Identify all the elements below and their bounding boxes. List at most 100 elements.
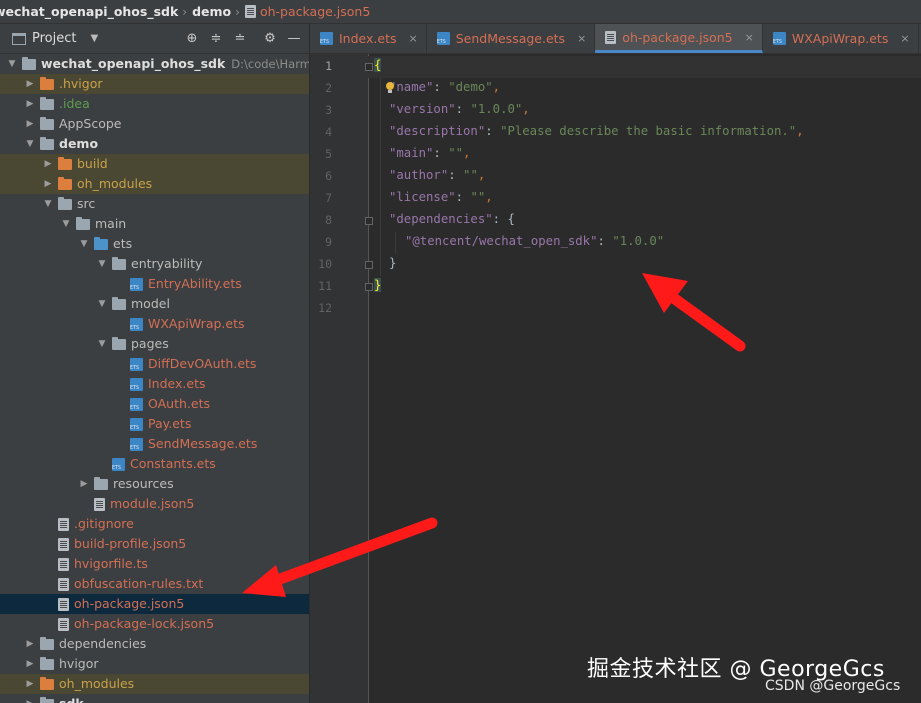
tree-file-item[interactable]: OAuth.ets <box>0 394 309 414</box>
json-string: "" <box>463 168 478 182</box>
module-folder-icon <box>22 57 36 70</box>
chevron-right-icon[interactable]: ▶ <box>24 114 36 134</box>
tree-folder-item[interactable]: ▶ oh_modules <box>0 174 309 194</box>
project-panel-header: Project ▼ ⊕ ≑ ≐ ⚙ — <box>0 24 309 54</box>
tree-folder-item[interactable]: ▼ wechat_openapi_ohos_sdk D:\code\Harmony <box>0 54 309 74</box>
tree-file-item[interactable]: DiffDevOAuth.ets <box>0 354 309 374</box>
chevron-right-icon[interactable]: ▶ <box>78 474 90 494</box>
tree-file-item[interactable]: EntryAbility.ets <box>0 274 309 294</box>
locate-icon[interactable]: ⊕ <box>185 31 199 46</box>
line-number: 7 <box>325 191 332 205</box>
breadcrumb-file[interactable]: oh-package.json5 <box>244 4 370 19</box>
tree-file-item[interactable]: obfuscation-rules.txt <box>0 574 309 594</box>
json-punctuation: : <box>597 234 613 248</box>
tree-file-item[interactable]: build-profile.json5 <box>0 534 309 554</box>
chevron-right-icon[interactable]: ▶ <box>24 634 36 654</box>
fold-marker-icon[interactable] <box>365 261 373 269</box>
chevron-down-icon[interactable]: ▼ <box>96 334 108 354</box>
chevron-right-icon[interactable]: ▶ <box>24 694 36 703</box>
json-punctuation: } <box>389 256 397 270</box>
breadcrumb-module[interactable]: demo <box>192 4 231 19</box>
tree-folder-item[interactable]: ▶ .idea <box>0 94 309 114</box>
folder-icon <box>40 697 54 703</box>
fold-marker-icon[interactable] <box>365 283 373 291</box>
tree-file-item[interactable]: module.json5 <box>0 494 309 514</box>
tree-folder-item[interactable]: ▶ hvigor <box>0 654 309 674</box>
tree-file-item[interactable]: Pay.ets <box>0 414 309 434</box>
project-view-icon <box>12 32 26 45</box>
tree-file-item[interactable]: oh-package.json5 <box>0 594 309 614</box>
chevron-right-icon[interactable]: ▶ <box>42 174 54 194</box>
ets-file-icon <box>772 32 786 45</box>
tree-folder-item[interactable]: ▶ build <box>0 154 309 174</box>
tree-folder-item[interactable]: ▶ AppScope <box>0 114 309 134</box>
code-editor[interactable]: 1 2 3 4 5 6 7 8 9 10 11 12 {"name": "demo", "version… <box>310 54 921 703</box>
json-key: "license" <box>389 190 456 204</box>
collapse-all-icon[interactable]: ≐ <box>233 31 247 46</box>
tree-folder-item[interactable]: ▼ model <box>0 294 309 314</box>
json-punctuation: : <box>433 80 449 94</box>
chevron-down-icon[interactable]: ▼ <box>6 54 18 74</box>
chevron-down-icon[interactable]: ▼ <box>96 254 108 274</box>
json-key: "name" <box>389 80 434 94</box>
breadcrumb-project[interactable]: wechat_openapi_ohos_sdk <box>0 4 178 19</box>
close-icon[interactable]: × <box>577 32 586 45</box>
folder-icon <box>112 337 126 350</box>
chevron-right-icon[interactable]: ▶ <box>24 674 36 694</box>
minimize-icon[interactable]: — <box>287 31 301 46</box>
tree-file-item[interactable]: hvigorfile.ts <box>0 554 309 574</box>
tree-item-label: Constants.ets <box>130 456 216 471</box>
json-punctuation: , <box>485 190 493 204</box>
chevron-down-icon[interactable]: ▼ <box>90 33 98 44</box>
editor-tab[interactable]: SendMessage.ets × <box>427 24 596 53</box>
lightbulb-icon[interactable] <box>385 82 395 94</box>
fold-marker-icon[interactable] <box>365 63 373 71</box>
tree-item-label: module.json5 <box>110 496 195 511</box>
editor-tab[interactable]: Index.ets × <box>310 24 427 53</box>
tree-folder-item[interactable]: ▼ pages <box>0 334 309 354</box>
tree-file-item[interactable]: oh-package-lock.json5 <box>0 614 309 634</box>
fold-marker-icon[interactable] <box>365 217 373 225</box>
chevron-down-icon[interactable]: ▼ <box>60 214 72 234</box>
tree-item-label: oh_modules <box>59 676 135 691</box>
chevron-right-icon[interactable]: ▶ <box>24 654 36 674</box>
chevron-right-icon[interactable]: ▶ <box>42 154 54 174</box>
chevron-down-icon[interactable]: ▼ <box>96 294 108 314</box>
close-icon[interactable]: × <box>900 32 909 45</box>
close-icon[interactable]: × <box>745 31 754 44</box>
tree-folder-item[interactable]: ▼ entryability <box>0 254 309 274</box>
tree-folder-item[interactable]: ▶ oh_modules <box>0 674 309 694</box>
tree-folder-item[interactable]: ▶ resources <box>0 474 309 494</box>
tree-folder-item[interactable]: ▼ demo <box>0 134 309 154</box>
folder-icon <box>58 197 72 210</box>
tree-file-item[interactable]: .gitignore <box>0 514 309 534</box>
project-view-selector[interactable]: Project <box>32 31 76 46</box>
tree-folder-item[interactable]: ▶ dependencies <box>0 634 309 654</box>
tree-item-label: oh-package.json5 <box>74 596 185 611</box>
chevron-down-icon[interactable]: ▼ <box>42 194 54 214</box>
tree-file-item[interactable]: Index.ets <box>0 374 309 394</box>
chevron-down-icon[interactable]: ▼ <box>78 234 90 254</box>
tree-folder-item[interactable]: ▼ ets <box>0 234 309 254</box>
chevron-down-icon[interactable]: ▼ <box>24 134 36 154</box>
tree-folder-item[interactable]: ▶ .hvigor <box>0 74 309 94</box>
chevron-right-icon[interactable]: ▶ <box>24 94 36 114</box>
tree-item-label: SendMessage.ets <box>148 436 258 451</box>
tree-folder-item[interactable]: ▼ src <box>0 194 309 214</box>
gear-icon[interactable]: ⚙ <box>263 31 277 46</box>
expand-all-icon[interactable]: ≑ <box>209 31 223 46</box>
tree-file-item[interactable]: Constants.ets <box>0 454 309 474</box>
chevron-right-icon[interactable]: ▶ <box>24 74 36 94</box>
json-punctuation: , <box>463 146 471 160</box>
editor-tab[interactable]: oh-package.json5 × <box>595 24 763 53</box>
tree-folder-item[interactable]: ▶ sdk <box>0 694 309 703</box>
editor-tab[interactable]: WXApiWrap.ets × <box>763 24 919 53</box>
json-punctuation: : <box>433 146 449 160</box>
tree-folder-item[interactable]: ▼ main <box>0 214 309 234</box>
json-punctuation: , <box>796 124 804 138</box>
json-punctuation: , <box>477 168 486 182</box>
tree-file-item[interactable]: WXApiWrap.ets <box>0 314 309 334</box>
tree-file-item[interactable]: SendMessage.ets <box>0 434 309 454</box>
close-icon[interactable]: × <box>409 32 418 45</box>
tree-item-label: build <box>77 156 108 171</box>
